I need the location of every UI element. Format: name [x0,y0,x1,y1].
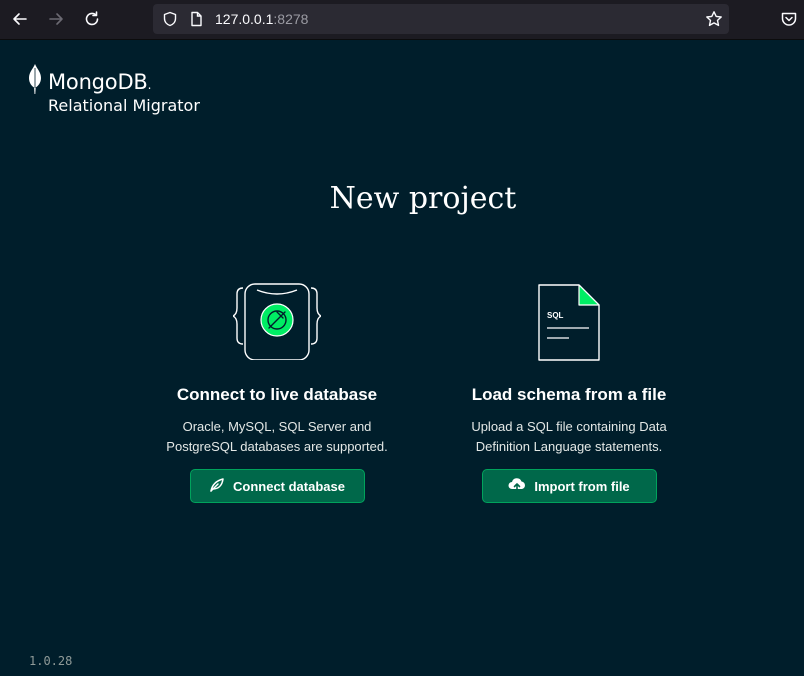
url-host: 127.0.0.1 [215,11,274,27]
shield-icon[interactable] [161,10,179,28]
brand-text: MongoDB [48,70,148,94]
cloud-upload-icon [508,477,526,496]
browser-toolbar: 127.0.0.1:8278 [0,0,804,40]
import-from-file-button[interactable]: Import from file [481,469,657,503]
back-icon[interactable] [9,8,31,30]
load-schema-file-card: SQL Load schema from a file Upload a SQL… [429,280,709,503]
import-desc-line-2: Definition Language statements. [475,439,663,454]
page-icon[interactable] [187,10,205,28]
pocket-icon[interactable] [778,8,800,30]
reload-icon[interactable] [81,8,103,30]
address-bar[interactable]: 127.0.0.1:8278 [153,4,729,34]
connect-live-database-card: Connect to live database Oracle, MySQL, … [137,280,417,503]
page-title: New project [329,181,517,216]
database-illustration [137,280,417,366]
leaf-icon [209,477,225,496]
connect-database-button[interactable]: Connect database [189,469,365,503]
import-title: Load schema from a file [471,385,667,404]
sql-file-illustration: SQL [429,280,709,366]
forward-icon[interactable] [45,8,67,30]
product-name: Relational Migrator [48,96,200,115]
brand-mark: . [147,78,152,92]
import-desc-line-1: Upload a SQL file containing Data [471,419,667,434]
brand-name: MongoDB. [48,70,151,94]
url-port: :8278 [273,11,309,27]
import-from-file-label: Import from file [534,478,630,494]
mongodb-leaf-icon [28,64,42,99]
bookmark-star-icon[interactable] [705,10,723,28]
import-description: Upload a SQL file containing Data Defini… [429,417,709,457]
url-text[interactable]: 127.0.0.1:8278 [215,11,308,27]
app-version: 1.0.28 [29,654,73,668]
file-sql-label: SQL [547,311,564,320]
connect-description: Oracle, MySQL, SQL Server and PostgreSQL… [137,417,417,457]
connect-desc-line-2: PostgreSQL databases are supported. [166,439,388,454]
connect-desc-line-1: Oracle, MySQL, SQL Server and [182,419,372,434]
connect-title: Connect to live database [176,385,378,404]
connect-database-label: Connect database [233,478,345,494]
